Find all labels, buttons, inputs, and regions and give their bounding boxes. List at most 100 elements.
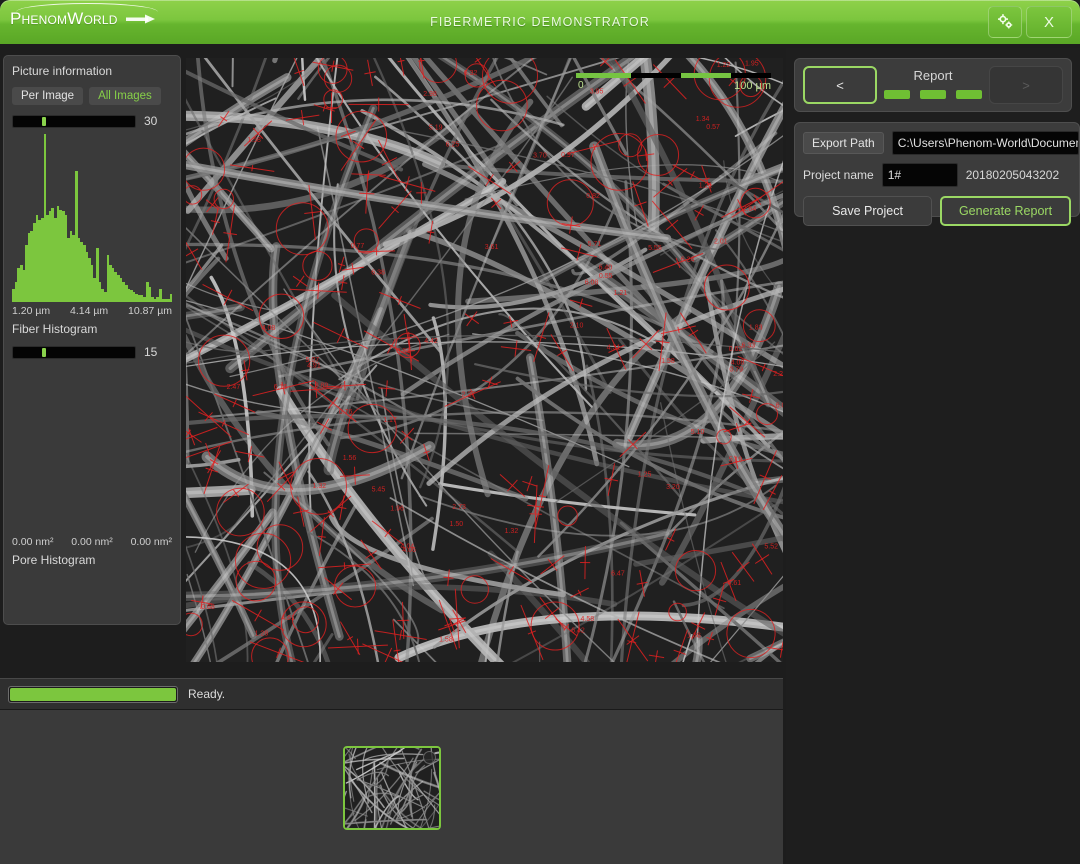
svg-text:0.76: 0.76: [339, 409, 353, 416]
brand-logo: PhenomWorld: [10, 3, 158, 29]
svg-text:6.15: 6.15: [274, 384, 288, 391]
brand-logo-text: PhenomWorld: [10, 9, 118, 28]
close-button[interactable]: X: [1026, 6, 1072, 38]
svg-text:2.01: 2.01: [714, 238, 728, 245]
svg-text:6.47: 6.47: [611, 571, 625, 578]
svg-text:0.79: 0.79: [729, 367, 743, 374]
svg-text:3.70: 3.70: [533, 153, 547, 160]
svg-text:1.38: 1.38: [687, 632, 701, 639]
svg-text:6.32: 6.32: [464, 70, 478, 77]
picture-information-panel: Picture information Per Image All Images…: [3, 55, 181, 625]
svg-text:6.09: 6.09: [776, 403, 783, 410]
svg-text:5.10: 5.10: [691, 429, 705, 436]
svg-text:6.25: 6.25: [446, 141, 460, 148]
thumbnail-item[interactable]: [343, 746, 441, 830]
svg-text:5.45: 5.45: [372, 487, 386, 494]
sem-image-viewer[interactable]: 0.76 4.08 0.57 1.25 5.07 0.55 2.64 4.91 1.56 1.95…: [186, 58, 783, 662]
svg-text:1.25: 1.25: [638, 472, 652, 479]
svg-text:6.38: 6.38: [371, 270, 385, 277]
export-path-input[interactable]: C:\Users\Phenom-World\Documents: [891, 131, 1079, 155]
svg-text:0.77: 0.77: [351, 243, 365, 250]
svg-text:0.97: 0.97: [561, 152, 575, 159]
svg-text:2.23: 2.23: [773, 371, 783, 378]
svg-text:1.17: 1.17: [383, 417, 397, 424]
scale-bar: 0 100 µm: [576, 72, 771, 92]
svg-text:6.42: 6.42: [571, 627, 585, 634]
svg-text:5.71: 5.71: [588, 241, 602, 248]
svg-text:3.61: 3.61: [485, 244, 499, 251]
generate-report-button[interactable]: Generate Report: [940, 196, 1071, 226]
svg-text:4.61: 4.61: [281, 615, 295, 622]
application-window: PhenomWorld FIBERMETRIC DEMONSTRATOR X P…: [0, 0, 1080, 864]
project-timestamp: 20180205043202: [965, 168, 1060, 182]
svg-text:2.64: 2.64: [743, 206, 757, 213]
svg-text:1.32: 1.32: [313, 483, 327, 490]
svg-text:4.08: 4.08: [731, 360, 745, 367]
svg-text:4.61: 4.61: [728, 580, 742, 587]
scale-bar-max-label: 100 µm: [734, 80, 771, 92]
svg-text:4.31: 4.31: [607, 345, 621, 352]
svg-text:1.58: 1.58: [661, 358, 675, 365]
thumbnail-strip: [0, 710, 783, 864]
title-bar: PhenomWorld FIBERMETRIC DEMONSTRATOR X: [0, 0, 1080, 44]
status-bar: Ready.: [0, 678, 783, 710]
svg-text:1.32: 1.32: [505, 528, 519, 535]
svg-text:2.27: 2.27: [462, 391, 476, 398]
settings-button[interactable]: [988, 6, 1022, 38]
page-title: FIBERMETRIC DEMONSTRATOR: [430, 15, 650, 29]
svg-text:1.58: 1.58: [247, 137, 261, 144]
svg-text:0.55: 0.55: [599, 273, 613, 280]
project-name-label: Project name: [803, 168, 874, 182]
sem-image: 0.764.080.571.255.070.552.644.911.561.95…: [186, 58, 783, 662]
svg-text:5.19: 5.19: [729, 456, 743, 463]
export-path-row: Export Path C:\Users\Phenom-World\Docume…: [795, 123, 1079, 155]
svg-text:1.34: 1.34: [696, 116, 710, 123]
svg-text:2.98: 2.98: [423, 91, 437, 98]
project-name-input[interactable]: 1#: [881, 163, 958, 187]
svg-text:0.62: 0.62: [729, 346, 743, 353]
report-form: Export Path C:\Users\Phenom-World\Docume…: [794, 122, 1080, 226]
export-path-button[interactable]: Export Path: [803, 132, 884, 154]
pore-histogram-plot: [12, 365, 172, 533]
svg-text:0.68: 0.68: [201, 604, 215, 611]
save-project-button[interactable]: Save Project: [803, 196, 932, 226]
project-name-row: Project name 1# 20180205043202: [795, 155, 1079, 187]
svg-text:1.96: 1.96: [390, 505, 404, 512]
report-navigation: < Report >: [794, 58, 1072, 112]
svg-text:1.21: 1.21: [614, 290, 628, 297]
progress-bar: [8, 685, 178, 703]
svg-text:4.42: 4.42: [424, 338, 438, 345]
svg-text:4.91: 4.91: [307, 362, 321, 369]
svg-text:1.56: 1.56: [343, 455, 357, 462]
svg-text:1.58: 1.58: [439, 637, 453, 644]
svg-text:3.95: 3.95: [590, 88, 604, 95]
svg-text:6.33: 6.33: [742, 342, 756, 349]
svg-text:2.47: 2.47: [227, 384, 241, 391]
status-text: Ready.: [188, 687, 226, 701]
report-action-buttons: Save Project Generate Report: [795, 187, 1079, 226]
brand-swoosh-icon: [16, 3, 158, 12]
svg-text:3.20: 3.20: [666, 484, 680, 491]
svg-text:0.89: 0.89: [315, 382, 329, 389]
scale-bar-min-label: 0: [578, 80, 584, 91]
arrow-right-icon: [125, 14, 155, 24]
svg-text:1.95: 1.95: [745, 61, 759, 68]
gear-icon: [998, 14, 1013, 29]
scale-bar-segments: [576, 73, 771, 78]
svg-text:1.50: 1.50: [450, 521, 464, 528]
thumbnail-badge-icon: [423, 751, 436, 764]
svg-text:2.73: 2.73: [452, 504, 466, 511]
svg-text:1.83: 1.83: [749, 324, 763, 331]
svg-text:6.08: 6.08: [585, 280, 599, 287]
right-sidebar: < Report > Export Path C:\Users\Phenom-W…: [786, 48, 1080, 864]
svg-text:3.81: 3.81: [396, 348, 410, 355]
svg-text:1.21: 1.21: [699, 182, 713, 189]
svg-text:4.08: 4.08: [262, 325, 276, 332]
svg-text:6.40: 6.40: [599, 265, 613, 272]
svg-text:1.22: 1.22: [717, 62, 731, 69]
svg-text:5.19: 5.19: [429, 124, 443, 131]
svg-text:2.10: 2.10: [570, 323, 584, 330]
svg-text:5.55: 5.55: [648, 245, 662, 252]
svg-text:4.58: 4.58: [581, 616, 595, 623]
next-step-button[interactable]: >: [989, 66, 1063, 104]
